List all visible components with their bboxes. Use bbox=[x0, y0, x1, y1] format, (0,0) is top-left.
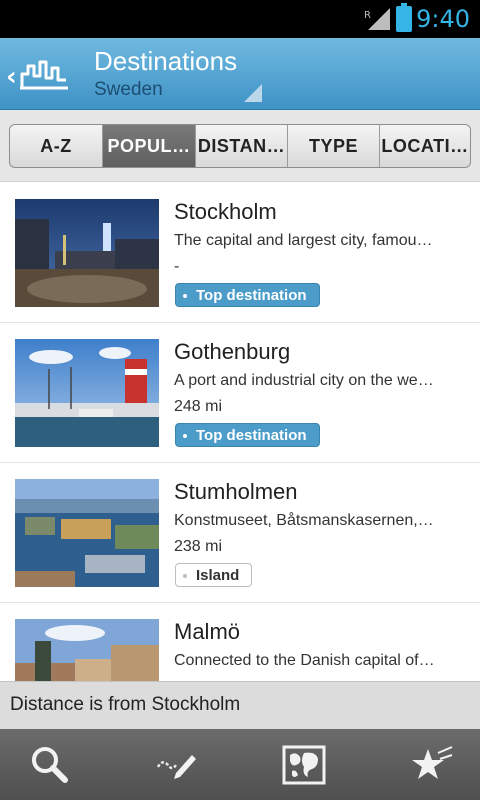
sort-tabs: A-Z POPUL… DISTAN… TYPE LOCATI… bbox=[9, 124, 471, 168]
destination-name: Stumholmen bbox=[174, 479, 298, 504]
destination-name: Stockholm bbox=[174, 199, 277, 224]
map-icon[interactable] bbox=[282, 743, 326, 787]
favorites-icon[interactable] bbox=[410, 743, 454, 787]
top-destination-badge: Top destination bbox=[175, 423, 320, 447]
tab-location[interactable]: LOCATI… bbox=[379, 125, 470, 167]
list-item[interactable]: Malmö Connected to the Danish capital of… bbox=[0, 603, 480, 681]
roaming-indicator: R bbox=[364, 10, 371, 21]
app-header: ‹ Destinations Sweden bbox=[0, 38, 480, 110]
destination-list[interactable]: Stockholm The capital and largest city, … bbox=[0, 183, 480, 681]
signal-icon: R bbox=[364, 8, 390, 30]
destination-description: Konstmuseet, Båtsmanskasernen,… bbox=[174, 512, 434, 529]
app-logo-icon[interactable] bbox=[20, 56, 68, 92]
list-item[interactable]: Stockholm The capital and largest city, … bbox=[0, 183, 480, 323]
dropdown-caret-icon[interactable] bbox=[244, 84, 262, 102]
sort-tabbar: A-Z POPUL… DISTAN… TYPE LOCATI… bbox=[0, 110, 480, 182]
bottom-toolbar bbox=[0, 729, 480, 800]
destination-name: Malmö bbox=[174, 619, 241, 644]
destination-distance: 248 mi bbox=[174, 398, 223, 415]
stumholmen-photo bbox=[15, 479, 159, 587]
tab-distance[interactable]: DISTAN… bbox=[195, 125, 287, 167]
destination-distance: - bbox=[174, 258, 180, 275]
distance-note: Distance is from Stockholm bbox=[0, 681, 480, 729]
list-item[interactable]: Gothenburg A port and industrial city on… bbox=[0, 323, 480, 463]
tab-a-z[interactable]: A-Z bbox=[10, 125, 102, 167]
battery-icon bbox=[396, 3, 412, 32]
destination-description: The capital and largest city, famou… bbox=[174, 232, 433, 249]
pen-icon[interactable] bbox=[154, 743, 198, 787]
search-icon[interactable] bbox=[28, 743, 72, 787]
destination-description: A port and industrial city on the we… bbox=[174, 372, 434, 389]
tab-popular[interactable]: POPUL… bbox=[102, 125, 195, 167]
status-bar: R 9:40 bbox=[0, 0, 480, 38]
island-badge: Island bbox=[175, 563, 253, 587]
stockholm-photo bbox=[15, 199, 159, 307]
page-title: Destinations bbox=[94, 46, 238, 76]
malmo-photo bbox=[15, 619, 159, 681]
country-selector[interactable]: Sweden bbox=[94, 79, 163, 101]
tab-type[interactable]: TYPE bbox=[287, 125, 379, 167]
status-time: 9:40 bbox=[416, 5, 470, 33]
destination-description: Connected to the Danish capital of… bbox=[174, 652, 435, 669]
gothenburg-photo bbox=[15, 339, 159, 447]
back-icon[interactable]: ‹ bbox=[6, 62, 17, 92]
destination-distance: 238 mi bbox=[174, 538, 223, 555]
destination-name: Gothenburg bbox=[174, 339, 291, 364]
list-item[interactable]: Stumholmen Konstmuseet, Båtsmanskasernen… bbox=[0, 463, 480, 603]
top-destination-badge: Top destination bbox=[175, 283, 320, 307]
